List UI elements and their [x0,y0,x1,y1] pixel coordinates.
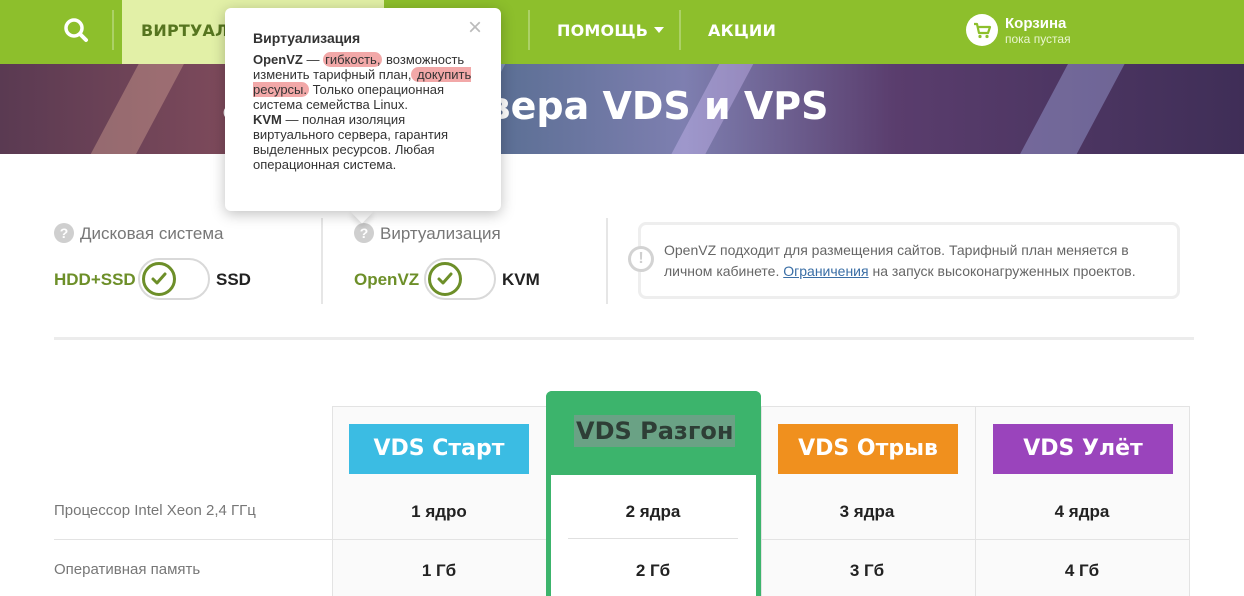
virt-option-kvm[interactable]: KVM [502,270,540,290]
plan-name-ulet[interactable]: VDS Улёт [993,424,1173,474]
cell-ram-otryv: 3 Гб [849,561,885,580]
virt-option-openvz[interactable]: OpenVZ [354,270,419,290]
plan-name-start[interactable]: VDS Старт [349,424,529,474]
cell-cpu-otryv: 3 ядра [839,502,895,521]
cell-cpu-start: 1 ядро [411,502,467,521]
plan-name-otryv[interactable]: VDS Отрыв [778,424,958,474]
check-icon [437,272,453,285]
chevron-down-icon [654,27,665,33]
section-divider [54,337,1194,340]
cart-status: пока пустая [1005,32,1071,46]
virtualization-title: Виртуализация [380,224,501,243]
tooltip-openvz-label: OpenVZ [253,52,303,67]
nav-item-help-label: ПОМОЩЬ [557,21,649,40]
disk-option-ssd[interactable]: SSD [216,270,251,290]
tooltip-dash: — [302,52,324,67]
limitations-link[interactable]: Ограничения [783,263,868,279]
row-divider [568,538,738,539]
check-icon [151,272,167,285]
info-text-after: на запуск высоконагруженных проектов. [868,263,1136,279]
search-button[interactable] [52,6,112,56]
row-label-cpu: Процессор Intel Xeon 2,4 ГГц [54,502,256,519]
virtualization-toggle[interactable] [424,258,496,300]
close-icon[interactable]: × [468,16,482,40]
cell-cpu-ulet: 4 ядра [1054,502,1110,521]
tooltip-title: Виртуализация [253,30,361,46]
cell-ram-start: 1 Гб [421,561,457,580]
nav-item-help[interactable]: ПОМОЩЬ [557,21,665,40]
info-icon: ! [628,246,654,272]
cart-icon[interactable] [966,14,998,46]
nav-divider [528,10,530,50]
info-text: OpenVZ подходит для размещения сайтов. Т… [664,240,1164,282]
hero-decoration [1005,64,1145,154]
disk-system-toggle[interactable] [138,258,210,300]
cart-title[interactable]: Корзина [1005,15,1066,32]
nav-divider [112,10,114,50]
tooltip-text: — полная изоляция виртуального сервера, … [253,112,449,172]
toggle-knob [428,262,462,296]
cell-cpu-razgon: 2 ядра [625,502,681,521]
disk-option-hdd-ssd[interactable]: HDD+SSD [54,270,136,290]
nav-item-promo[interactable]: АКЦИИ [708,21,776,40]
hero-banner: ального сервера VDS и VPS [0,64,1244,154]
cell-ram-ulet: 4 Гб [1064,561,1100,580]
tooltip-kvm-label: KVM [253,112,282,127]
top-navigation: ВИРТУАЛЬ ПОМОЩЬ АКЦИИ Корзина пока пуста… [0,0,1244,64]
nav-divider [679,10,681,50]
row-label-ram: Оперативная память [54,561,201,578]
divider [321,218,323,304]
question-icon[interactable]: ? [354,223,374,243]
toggle-knob [142,262,176,296]
hero-decoration [75,64,205,154]
question-icon[interactable]: ? [54,223,74,243]
cell-ram-razgon: 2 Гб [635,561,671,580]
search-icon [64,18,88,42]
tooltip-highlight: гибкость, [323,52,383,67]
divider [606,218,608,304]
tooltip-body: OpenVZ — гибкость, возможность изменить … [253,52,479,172]
disk-system-title: Дисковая система [80,224,224,243]
plan-name-razgon[interactable]: VDS Разгон [574,415,736,447]
